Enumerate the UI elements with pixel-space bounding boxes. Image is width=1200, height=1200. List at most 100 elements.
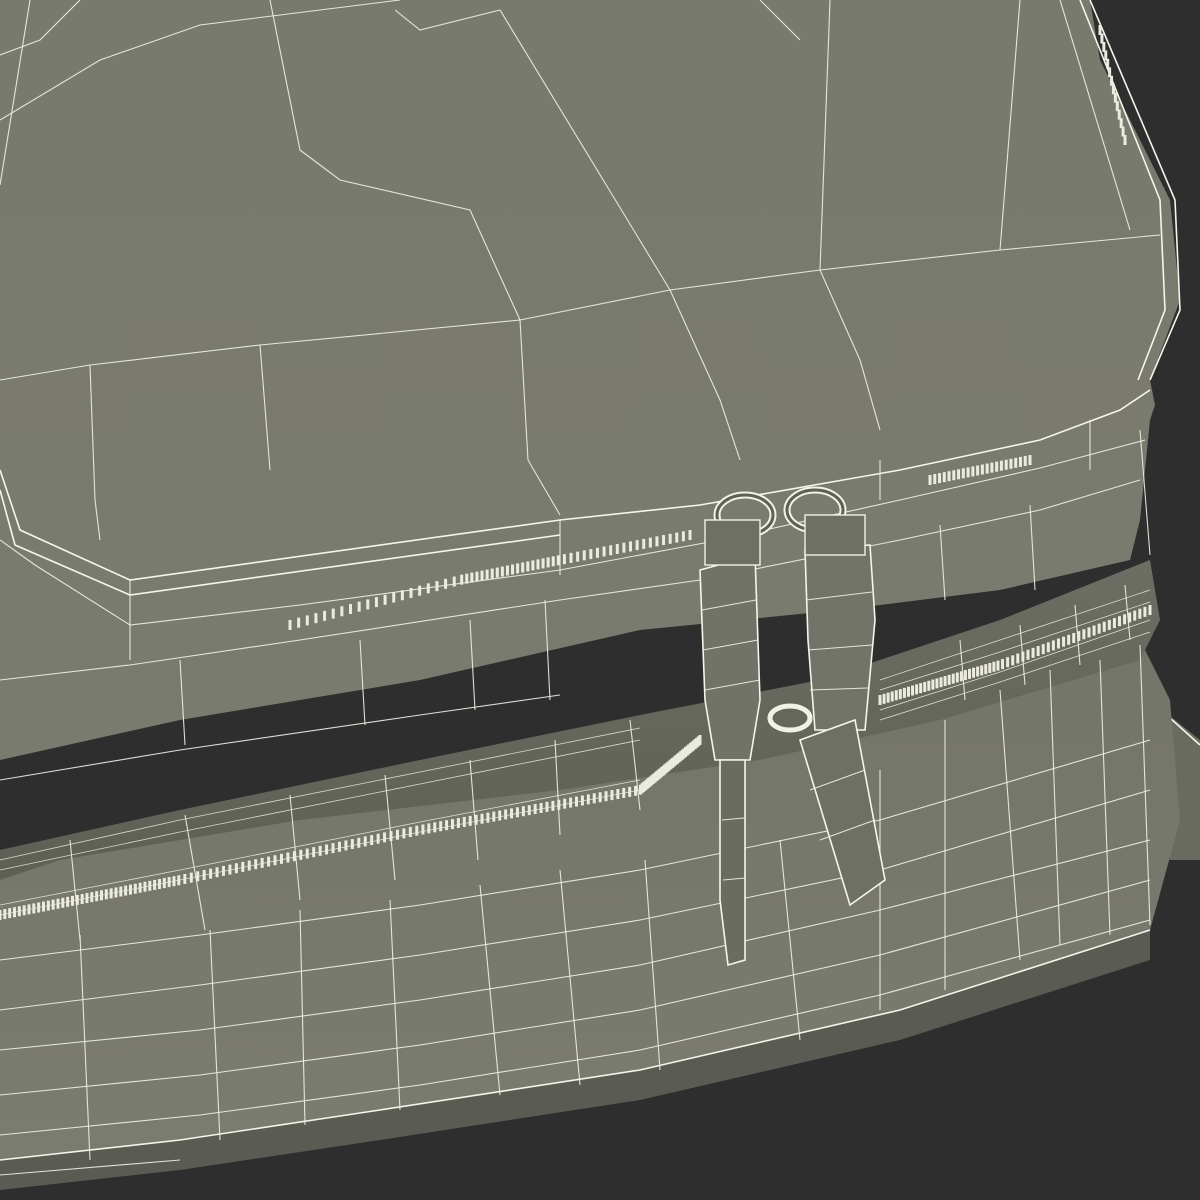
zipper-tooth [383, 832, 387, 843]
zipper-tooth [450, 819, 454, 830]
zipper-tooth [209, 868, 213, 879]
zipper-tooth [56, 898, 60, 909]
stitch-mark [305, 615, 309, 626]
zipper-tooth [402, 828, 406, 839]
stitch-mark [460, 574, 464, 585]
zipper-tooth [0, 910, 2, 920]
zipper-tooth [616, 789, 620, 800]
zipper-tooth [292, 851, 296, 862]
zipper-tooth [325, 844, 329, 855]
zipper-tooth [492, 811, 496, 822]
stitch-mark [629, 541, 633, 552]
zipper-tooth [3, 909, 7, 920]
stitch-mark [418, 585, 422, 596]
stitch-mark [526, 561, 530, 572]
zipper-tooth [143, 881, 147, 892]
zipper-tooth [128, 884, 132, 895]
stitch-mark [383, 594, 387, 605]
stitch-mark [635, 540, 639, 551]
stitch-mark [349, 603, 353, 614]
stitch-mark [961, 468, 965, 479]
zipper-tooth [247, 860, 251, 871]
zipper-tooth [539, 802, 543, 813]
zipper-tooth [1123, 614, 1127, 625]
zipper-tooth [1097, 623, 1101, 634]
zipper-tooth [254, 859, 258, 870]
zipper-tooth [955, 672, 959, 683]
stitch-mark [980, 464, 984, 475]
stitch-mark [569, 552, 573, 563]
zipper-tooth [133, 883, 137, 894]
zipper-tooth [906, 686, 910, 697]
render-viewport [0, 0, 1200, 1200]
zipper-tooth [61, 897, 65, 908]
stitch-mark [470, 572, 474, 583]
zipper-tooth [622, 787, 626, 798]
zipper-tooth [183, 873, 187, 884]
zipper-tooth [286, 852, 290, 863]
zipper-tooth [1128, 612, 1132, 623]
zipper-tooth [959, 671, 963, 682]
zipper-tooth [569, 797, 573, 808]
zipper-tooth [148, 880, 152, 891]
stitch-mark [500, 566, 504, 577]
stitch-mark [957, 469, 961, 480]
stitch-mark [942, 472, 946, 483]
zipper-tooth [202, 869, 206, 880]
zipper-tooth [389, 831, 393, 842]
stitch-mark [609, 545, 613, 556]
stitch-mark [589, 549, 593, 560]
zipper-tooth [1133, 610, 1137, 621]
zipper-tooth [1148, 605, 1152, 615]
zipper-tooth [189, 872, 193, 883]
zipper-tooth [935, 678, 939, 689]
zipper-tooth [318, 845, 322, 856]
zipper-tooth [1077, 631, 1081, 642]
stitch-mark [551, 556, 555, 567]
stitch-mark [990, 462, 994, 473]
stitch-mark [531, 560, 535, 571]
zipper-tooth [1107, 619, 1111, 630]
zipper-tooth [943, 676, 947, 687]
zipper-tooth [46, 900, 50, 911]
stitch-mark [1018, 456, 1022, 467]
zipper-tooth [1072, 632, 1076, 643]
zipper-tooth [228, 864, 232, 875]
stitch-mark [490, 568, 494, 579]
stitch-mark [928, 475, 932, 485]
zipper-tooth [911, 685, 915, 696]
zipper-tooth [153, 879, 157, 890]
zipper-tooth [563, 798, 567, 809]
stitch-mark [648, 537, 652, 548]
stitch-mark [688, 530, 692, 540]
zipper-tooth [66, 896, 70, 907]
stitch-mark [1023, 455, 1027, 466]
zipper-tooth [177, 875, 181, 886]
stitch-mark [1028, 455, 1032, 465]
zipper-tooth [433, 822, 437, 833]
stitch-mark [465, 573, 469, 584]
zipper-tooth [886, 692, 890, 703]
zipper-tooth [890, 691, 894, 702]
zipper-tooth [138, 882, 142, 893]
zipper-tooth [421, 824, 425, 835]
stitch-mark [392, 592, 396, 603]
zipper-tooth [85, 893, 89, 904]
zipper-tooth [1087, 627, 1091, 638]
zipper-tooth [215, 867, 219, 878]
stitch-mark [556, 555, 560, 566]
zipper-tooth [109, 888, 113, 899]
stitch-mark [521, 562, 525, 573]
stitch-mark [366, 599, 370, 610]
zipper-tooth [331, 843, 335, 854]
zipper-tooth [984, 664, 988, 675]
zipper-tooth [486, 812, 490, 823]
stitch-mark [622, 542, 626, 553]
zipper-tooth [99, 890, 103, 901]
stitch-mark [662, 535, 666, 546]
zipper-tooth [878, 695, 882, 705]
zipper-tooth [1021, 651, 1025, 662]
zipper-tooth [273, 855, 277, 866]
zipper-tooth [1062, 636, 1066, 647]
stitch-mark [933, 474, 937, 485]
